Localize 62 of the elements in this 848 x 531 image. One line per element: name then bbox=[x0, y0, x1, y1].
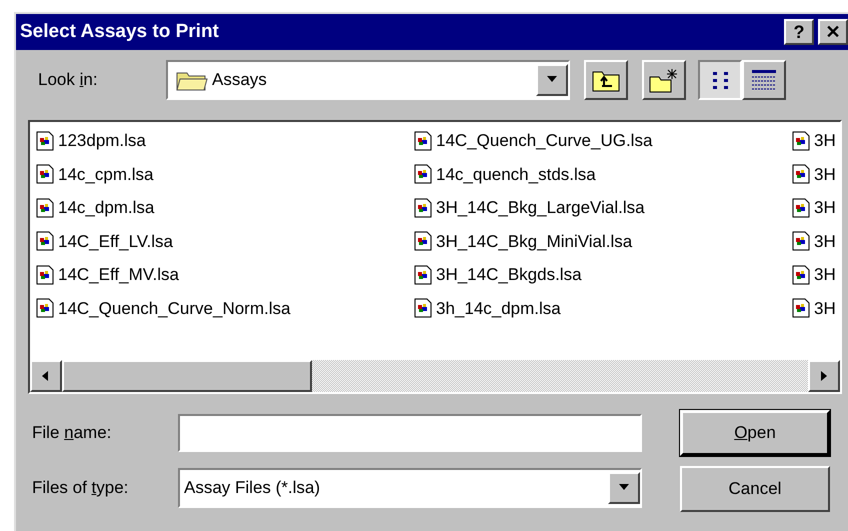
file-item[interactable]: 14C_Quench_Curve_Norm.lsa bbox=[36, 292, 414, 325]
file-item[interactable]: 123dpm.lsa bbox=[36, 124, 414, 158]
file-icon bbox=[36, 264, 54, 285]
scroll-right-button[interactable] bbox=[808, 360, 840, 392]
dropdown-button[interactable] bbox=[608, 472, 640, 504]
look-in-label: Look in: bbox=[38, 69, 99, 92]
file-item[interactable]: 14C_Eff_MV.lsa bbox=[36, 258, 414, 292]
files-of-type-label: Files of type: bbox=[32, 477, 130, 500]
new-folder-icon bbox=[649, 67, 679, 93]
file-item[interactable]: 3H bbox=[792, 224, 840, 258]
file-item[interactable]: 14C_Quench_Curve_UG.lsa bbox=[414, 124, 792, 158]
file-item[interactable]: 14c_dpm.lsa bbox=[36, 191, 414, 224]
file-item[interactable]: 3H bbox=[792, 258, 840, 292]
look-in-dropdown[interactable]: Assays bbox=[166, 60, 570, 100]
file-icon bbox=[792, 198, 810, 218]
file-item[interactable]: 3H_14C_Bkgds.lsa bbox=[414, 258, 792, 292]
file-icon bbox=[792, 164, 810, 184]
file-icon bbox=[414, 231, 432, 252]
file-item[interactable]: 3H_14C_Bkg_LargeVial.lsa bbox=[414, 191, 792, 224]
file-icon bbox=[36, 298, 54, 318]
file-item[interactable]: 14c_quench_stds.lsa bbox=[414, 158, 792, 191]
file-icon bbox=[414, 264, 432, 285]
dialog-button[interactable]: Open bbox=[680, 410, 830, 456]
details-view-button[interactable] bbox=[742, 60, 786, 100]
file-item[interactable]: 14C_Eff_LV.lsa bbox=[36, 224, 414, 258]
files-of-type-dropdown[interactable]: Assay Files (*.lsa) bbox=[178, 468, 642, 508]
file-icon bbox=[414, 164, 432, 184]
file-item[interactable]: 3H bbox=[792, 158, 840, 191]
file-item[interactable]: 14c_cpm.lsa bbox=[36, 158, 414, 191]
files-of-type-value: Assay Files (*.lsa) bbox=[184, 477, 322, 500]
list-view-button[interactable] bbox=[698, 60, 742, 100]
file-name-field[interactable] bbox=[178, 414, 642, 452]
window-title: Select Assays to Print bbox=[20, 20, 220, 44]
file-icon bbox=[792, 264, 810, 285]
close-button[interactable]: ✕ bbox=[818, 19, 848, 45]
file-icon bbox=[792, 298, 810, 318]
dropdown-button[interactable] bbox=[536, 64, 568, 96]
file-icon bbox=[414, 130, 432, 151]
file-item[interactable]: 3H bbox=[792, 292, 840, 325]
file-icon bbox=[414, 198, 432, 218]
file-icon bbox=[792, 231, 810, 252]
file-icon bbox=[36, 130, 54, 151]
dialog-button[interactable]: Cancel bbox=[680, 466, 830, 512]
file-icon bbox=[36, 164, 54, 184]
file-icon bbox=[36, 231, 54, 252]
look-in-value: Assays bbox=[212, 69, 268, 92]
scroll-left-button[interactable] bbox=[30, 360, 62, 392]
file-item[interactable]: 3H bbox=[792, 124, 840, 158]
file-icon bbox=[36, 198, 54, 218]
details-view-icon bbox=[751, 69, 777, 91]
horizontal-scrollbar[interactable] bbox=[30, 360, 840, 392]
file-item[interactable]: 3H bbox=[792, 191, 840, 224]
file-icon bbox=[792, 130, 810, 151]
help-button[interactable]: ? bbox=[784, 19, 814, 45]
file-item[interactable]: 3h_14c_dpm.lsa bbox=[414, 292, 792, 325]
new-folder-button[interactable] bbox=[642, 60, 686, 100]
list-view-icon bbox=[712, 72, 728, 88]
file-name-label: File name: bbox=[32, 422, 112, 444]
file-item[interactable]: 3H_14C_Bkg_MiniVial.lsa bbox=[414, 224, 792, 258]
file-icon bbox=[414, 298, 432, 318]
up-folder-button[interactable] bbox=[584, 60, 628, 100]
scroll-thumb[interactable] bbox=[62, 360, 312, 392]
